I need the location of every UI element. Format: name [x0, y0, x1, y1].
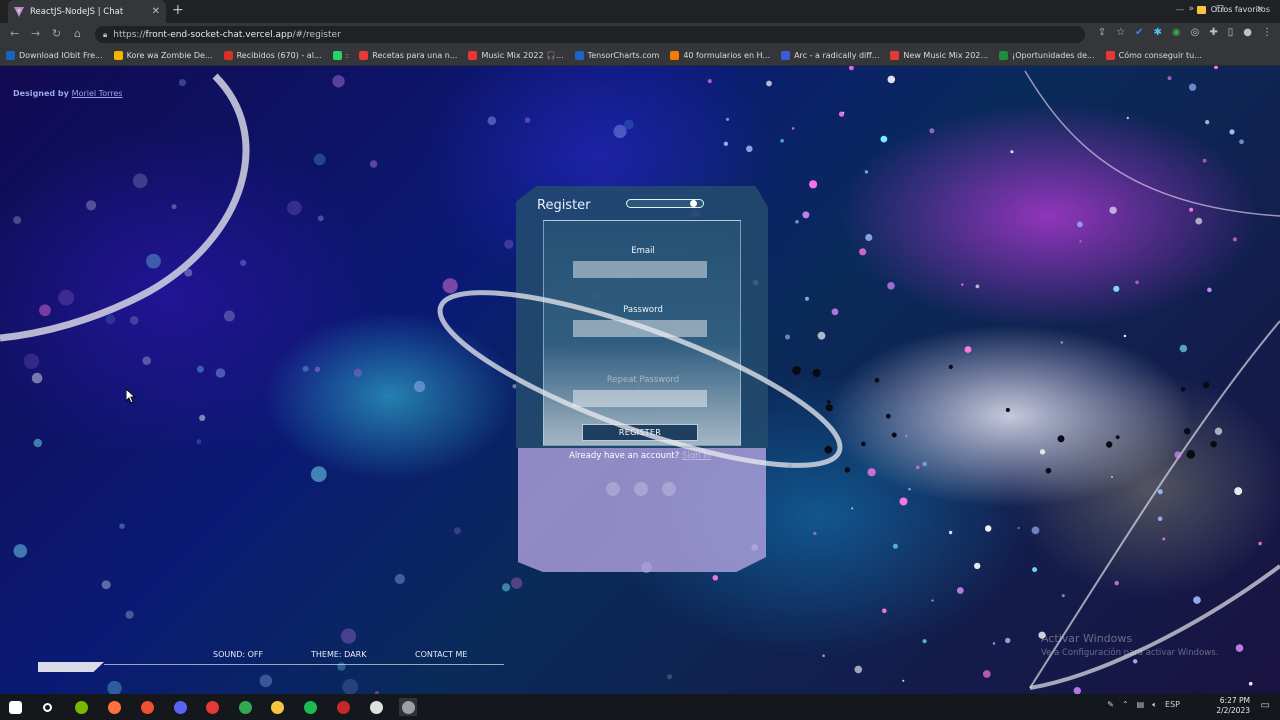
pen-icon[interactable]: ✎	[1107, 700, 1114, 710]
bookmark-favicon-icon	[223, 51, 233, 60]
sidebar-icon[interactable]: ▯	[1228, 27, 1234, 38]
taskbar-app-dark-red-icon[interactable]	[334, 698, 352, 716]
orbit-ring	[437, 290, 843, 468]
menu-icon[interactable]: ⋮	[1262, 27, 1272, 38]
share-icon[interactable]: ⇪	[1098, 27, 1106, 38]
other-bookmarks[interactable]: Otros favoritos	[1196, 5, 1270, 14]
vite-favicon-icon	[14, 6, 24, 17]
url-text: https://front-end-socket-chat.vercel.app…	[113, 29, 341, 40]
bookmark-item[interactable]: Kore wa Zombie De...	[113, 51, 213, 60]
bookmark-item[interactable]: New Music Mix 202...	[890, 51, 988, 60]
browser-toolbar: ← → ↻ ⌂ 🔒︎ https://front-end-socket-chat…	[0, 23, 1280, 46]
bookmark-favicon-icon	[781, 51, 791, 60]
taskbar-spotify-icon[interactable]	[301, 698, 319, 716]
bookmark-favicon-icon	[468, 51, 478, 60]
bookmark-item[interactable]: Cómo conseguir tu...	[1105, 51, 1202, 60]
taskbar-chrome-icon[interactable]	[236, 698, 254, 716]
bookmark-item[interactable]: TensorCharts.com	[574, 51, 659, 60]
address-bar[interactable]: 🔒︎ https://front-end-socket-chat.vercel.…	[95, 26, 1085, 43]
extension-check-icon[interactable]: ✔	[1135, 27, 1143, 38]
activation-watermark-title: Activar Windows	[1041, 632, 1133, 645]
bookmark-item[interactable]: 40 formularios en H...	[670, 51, 770, 60]
clock-time: 6:27 PM	[1219, 696, 1250, 705]
windows-taskbar: ✎ ⌃ ▤ 🔈︎ ESP 6:27 PM 2/2/2023 ▭	[0, 694, 1280, 720]
taskbar-start-icon[interactable]	[6, 698, 24, 716]
theme-link[interactable]: THEME: DARK	[311, 650, 366, 659]
bookmark-favicon-icon	[359, 51, 369, 60]
sound-toggle[interactable]: SOUND: OFF	[213, 650, 263, 659]
bookmark-favicon-icon	[890, 51, 900, 60]
taskbar-search-icon[interactable]	[38, 698, 56, 716]
profile-icon[interactable]: ●	[1243, 27, 1252, 38]
bookmark-favicon-icon	[332, 51, 342, 60]
star-icon[interactable]: ☆	[1116, 27, 1125, 38]
lock-icon: 🔒︎	[103, 29, 108, 39]
new-tab-button[interactable]: +	[172, 2, 184, 18]
taskbar-app-white-icon[interactable]	[367, 698, 385, 716]
bookmark-favicon-icon	[999, 51, 1009, 60]
folder-icon	[1196, 5, 1206, 14]
browser-tab-bar: ReactJS-NodeJS | Chat ✕ + — ❐ ✕	[0, 0, 1280, 23]
reload-icon[interactable]: ↻	[52, 27, 61, 40]
taskbar-discord-icon[interactable]	[171, 698, 189, 716]
mouse-cursor-icon	[126, 389, 136, 404]
chevron-up-icon[interactable]: ⌃	[1122, 700, 1129, 710]
language-indicator[interactable]: ESP	[1165, 700, 1180, 710]
minimize-icon[interactable]: —	[1160, 0, 1200, 23]
taskbar-app-active-icon[interactable]	[399, 698, 417, 716]
extension-gear-icon[interactable]: ✱	[1154, 27, 1162, 38]
bookmark-item[interactable]: Music Mix 2022 🎧...	[468, 51, 564, 60]
system-tray: ✎ ⌃ ▤ 🔈︎ ESP	[1107, 700, 1180, 710]
bookmark-favicon-icon	[113, 51, 123, 60]
clock-date: 2/2/2023	[1216, 706, 1250, 715]
contact-link[interactable]: CONTACT ME	[415, 650, 467, 659]
bookmark-item[interactable]: Arc - a radically diff...	[781, 51, 879, 60]
progress-bar	[38, 662, 104, 672]
tab-close-icon[interactable]: ✕	[152, 6, 160, 17]
taskbar-clock[interactable]: 6:27 PM 2/2/2023	[1216, 696, 1250, 716]
toolbar-icons: ⇪ ☆ ✔ ✱ ◉ ◎ ✚ ▯ ● ⋮	[1098, 27, 1272, 38]
bookmark-favicon-icon	[1105, 51, 1115, 60]
taskbar-nvidia-icon[interactable]	[72, 698, 90, 716]
tab-title: ReactJS-NodeJS | Chat	[30, 6, 124, 17]
bookmark-favicon-icon	[6, 51, 15, 60]
bookmarks-bar: Download IObit Fre... Kore wa Zombie De..…	[0, 46, 1280, 66]
taskbar-files-icon[interactable]	[268, 698, 286, 716]
extension-green-icon[interactable]: ◉	[1172, 27, 1181, 38]
bookmark-item[interactable]: Recetas para una n...	[359, 51, 457, 60]
network-icon[interactable]: ▤	[1137, 700, 1145, 710]
register-page: Designed by Moriel Torres Register Email…	[0, 66, 1280, 694]
taskbar-app-red-icon[interactable]	[203, 698, 221, 716]
puzzle-icon[interactable]: ✚	[1209, 27, 1217, 38]
bookmarks-more-icon[interactable]: »	[1188, 4, 1194, 14]
footer-divider	[104, 664, 504, 665]
bookmark-item[interactable]: ¡Oportunidades de...	[999, 51, 1095, 60]
home-icon[interactable]: ⌂	[74, 27, 81, 40]
taskbar-git-icon[interactable]	[138, 698, 156, 716]
bookmark-item[interactable]: Recibidos (670) - al...	[223, 51, 322, 60]
browser-tab-active[interactable]: ReactJS-NodeJS | Chat ✕	[8, 0, 166, 23]
bookmark-favicon-icon	[574, 51, 584, 60]
notification-icon[interactable]: ▭	[1261, 700, 1270, 711]
bookmark-item[interactable]: :	[332, 51, 348, 60]
volume-icon[interactable]: 🔈︎	[1152, 700, 1157, 710]
forward-icon[interactable]: →	[31, 27, 40, 40]
taskbar-firefox-icon[interactable]	[105, 698, 123, 716]
activation-watermark-subtitle: Ve a Configuración para activar Windows.	[1041, 648, 1219, 658]
extension-dot-icon[interactable]: ◎	[1191, 27, 1200, 38]
bookmark-item[interactable]: Download IObit Fre...	[6, 51, 103, 60]
bookmark-favicon-icon	[670, 51, 680, 60]
back-icon[interactable]: ←	[10, 27, 19, 40]
